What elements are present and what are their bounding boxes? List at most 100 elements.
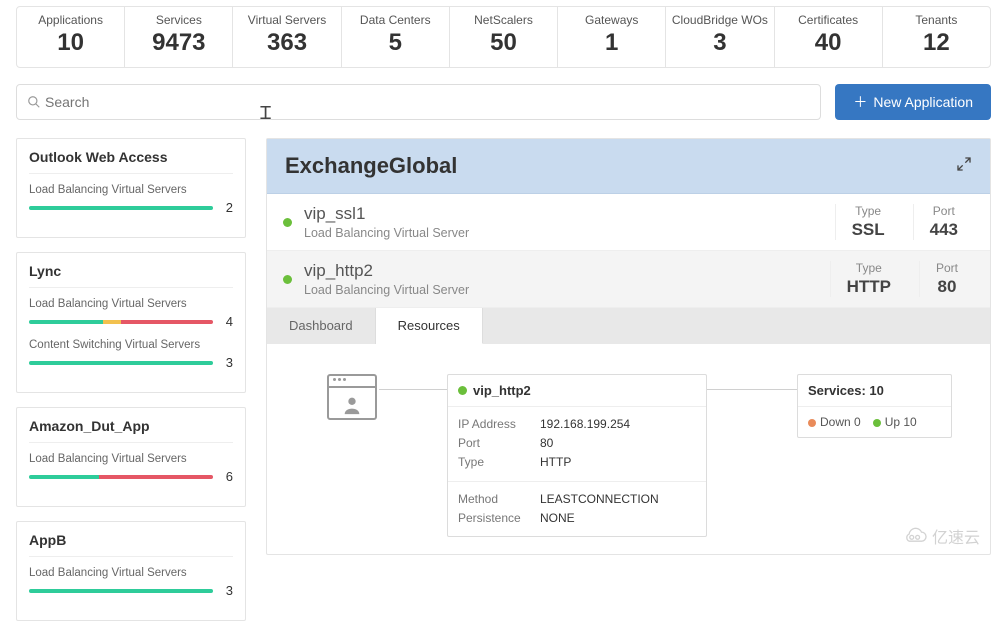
stat-label: Services (129, 13, 228, 27)
stat-label: Data Centers (346, 13, 445, 27)
detail-key: Type (458, 453, 540, 472)
stat-label: NetScalers (454, 13, 553, 27)
resources-diagram: vip_http2 IP Address192.168.199.254Port8… (267, 344, 990, 554)
app-detail-panel: ExchangeGlobal vip_ssl1Load Balancing Vi… (266, 138, 991, 555)
app-metric: Load Balancing Virtual Servers 2 (29, 184, 233, 215)
app-title: ExchangeGlobal (285, 153, 457, 179)
detail-value: HTTP (540, 453, 696, 472)
search-icon (27, 95, 41, 109)
app-card-title: Outlook Web Access (29, 149, 233, 174)
app-card-title: Lync (29, 263, 233, 288)
vip-subtitle: Load Balancing Virtual Server (304, 283, 818, 297)
detail-row: Port80 (458, 434, 696, 453)
application-icon (327, 374, 377, 420)
app-header: ExchangeGlobal (267, 139, 990, 194)
stat-applications[interactable]: Applications 10 (17, 7, 125, 67)
tab-dashboard[interactable]: Dashboard (267, 308, 376, 344)
stat-label: Certificates (779, 13, 878, 27)
vip-port-value: 443 (930, 220, 958, 240)
detail-value: NONE (540, 509, 696, 528)
vip-port-label: Port (936, 261, 958, 275)
stat-label: CloudBridge WOs (670, 13, 769, 27)
vip-type-value: HTTP (847, 277, 891, 297)
services-up: Up 10 (873, 415, 917, 429)
app-card[interactable]: AppBLoad Balancing Virtual Servers3 (16, 521, 246, 621)
status-dot-icon (283, 275, 292, 284)
services-down: Down 0 (808, 415, 861, 429)
detail-key: IP Address (458, 415, 540, 434)
stat-value: 9473 (129, 29, 228, 57)
stat-tenants[interactable]: Tenants 12 (883, 7, 990, 67)
services-box[interactable]: Services: 10 Down 0 Up 10 (797, 374, 952, 438)
stat-gateways[interactable]: Gateways 1 (558, 7, 666, 67)
metric-bar (29, 320, 213, 324)
status-dot-icon (283, 218, 292, 227)
vip-type-label: Type (847, 261, 891, 275)
stat-data-centers[interactable]: Data Centers5 (342, 7, 450, 67)
detail-key: Method (458, 490, 540, 509)
metric-label: Content Switching Virtual Servers (29, 339, 233, 351)
metric-count: 2 (221, 200, 233, 215)
metric-count: 3 (221, 583, 233, 598)
vip-detail-name: vip_http2 (473, 383, 531, 398)
detail-row: IP Address192.168.199.254 (458, 415, 696, 434)
app-card[interactable]: Amazon_Dut_App Load Balancing Virtual Ser… (16, 407, 246, 507)
stat-certificates[interactable]: Certificates40 (775, 7, 883, 67)
app-card[interactable]: Lync Load Balancing Virtual Servers4 Conte… (16, 252, 246, 393)
services-title: Services: 10 (798, 375, 951, 407)
tab-resources[interactable]: Resources (376, 308, 483, 344)
watermark: 亿速云 (902, 524, 980, 548)
vip-detail-box[interactable]: vip_http2 IP Address192.168.199.254Port8… (447, 374, 707, 537)
detail-row: MethodLEASTCONNECTION (458, 490, 696, 509)
vip-type-label: Type (852, 204, 885, 218)
stat-value: 1 (562, 29, 661, 57)
vip-row[interactable]: vip_ssl1Load Balancing Virtual ServerTyp… (267, 194, 990, 251)
tab-bar: DashboardResources (267, 308, 990, 344)
stat-value: 50 (454, 29, 553, 57)
metric-label: Load Balancing Virtual Servers (29, 453, 233, 465)
stat-label: Tenants (887, 13, 986, 27)
app-card-title: Amazon_Dut_App (29, 418, 233, 443)
cloud-icon (902, 527, 928, 545)
stat-cloudbridge-wos[interactable]: CloudBridge WOs3 (666, 7, 774, 67)
expand-icon[interactable] (956, 156, 972, 177)
search-box[interactable] (16, 84, 821, 120)
vip-row[interactable]: vip_http2 Load Balancing Virtual Server Ty… (267, 251, 990, 308)
metric-count: 6 (221, 469, 233, 484)
vip-subtitle: Load Balancing Virtual Server (304, 226, 823, 240)
stats-row: Applications10Services9473Virtual Server… (16, 6, 991, 68)
plus-icon: ＋ (853, 92, 867, 112)
stat-label: Applications (21, 13, 120, 27)
app-card[interactable]: Outlook Web Access Load Balancing Virtual… (16, 138, 246, 238)
stat-label: Gateways (562, 13, 661, 27)
stat-netscalers[interactable]: NetScalers 50 (450, 7, 558, 67)
search-input[interactable] (41, 88, 810, 116)
new-application-button[interactable]: ＋ New Application (835, 84, 991, 120)
detail-value: 80 (540, 434, 696, 453)
metric-label: Load Balancing Virtual Servers (29, 567, 233, 579)
stat-label: Virtual Servers (237, 13, 336, 27)
app-metric: Content Switching Virtual Servers3 (29, 339, 233, 370)
user-icon (341, 394, 363, 416)
metric-label: Load Balancing Virtual Servers (29, 184, 233, 196)
search-row: ＋ New Application (16, 84, 991, 120)
app-metric: Load Balancing Virtual Servers4 (29, 298, 233, 329)
metric-bar (29, 589, 213, 593)
metric-bar (29, 361, 213, 365)
vip-name: vip_http2 (304, 261, 818, 281)
stat-value: 10 (21, 29, 120, 57)
stat-value: 12 (887, 29, 986, 57)
detail-key: Persistence (458, 509, 540, 528)
vip-port-label: Port (930, 204, 958, 218)
vip-port-value: 80 (936, 277, 958, 297)
vip-type-value: SSL (852, 220, 885, 240)
stat-value: 363 (237, 29, 336, 57)
connector-line (379, 389, 447, 390)
stat-virtual-servers[interactable]: Virtual Servers 363 (233, 7, 341, 67)
connector-line (707, 389, 797, 390)
stat-services[interactable]: Services 9473 (125, 7, 233, 67)
metric-bar (29, 206, 213, 210)
detail-value: LEASTCONNECTION (540, 490, 696, 509)
app-list: Outlook Web Access Load Balancing Virtual… (16, 138, 246, 621)
app-metric: Load Balancing Virtual Servers 3 (29, 567, 233, 598)
